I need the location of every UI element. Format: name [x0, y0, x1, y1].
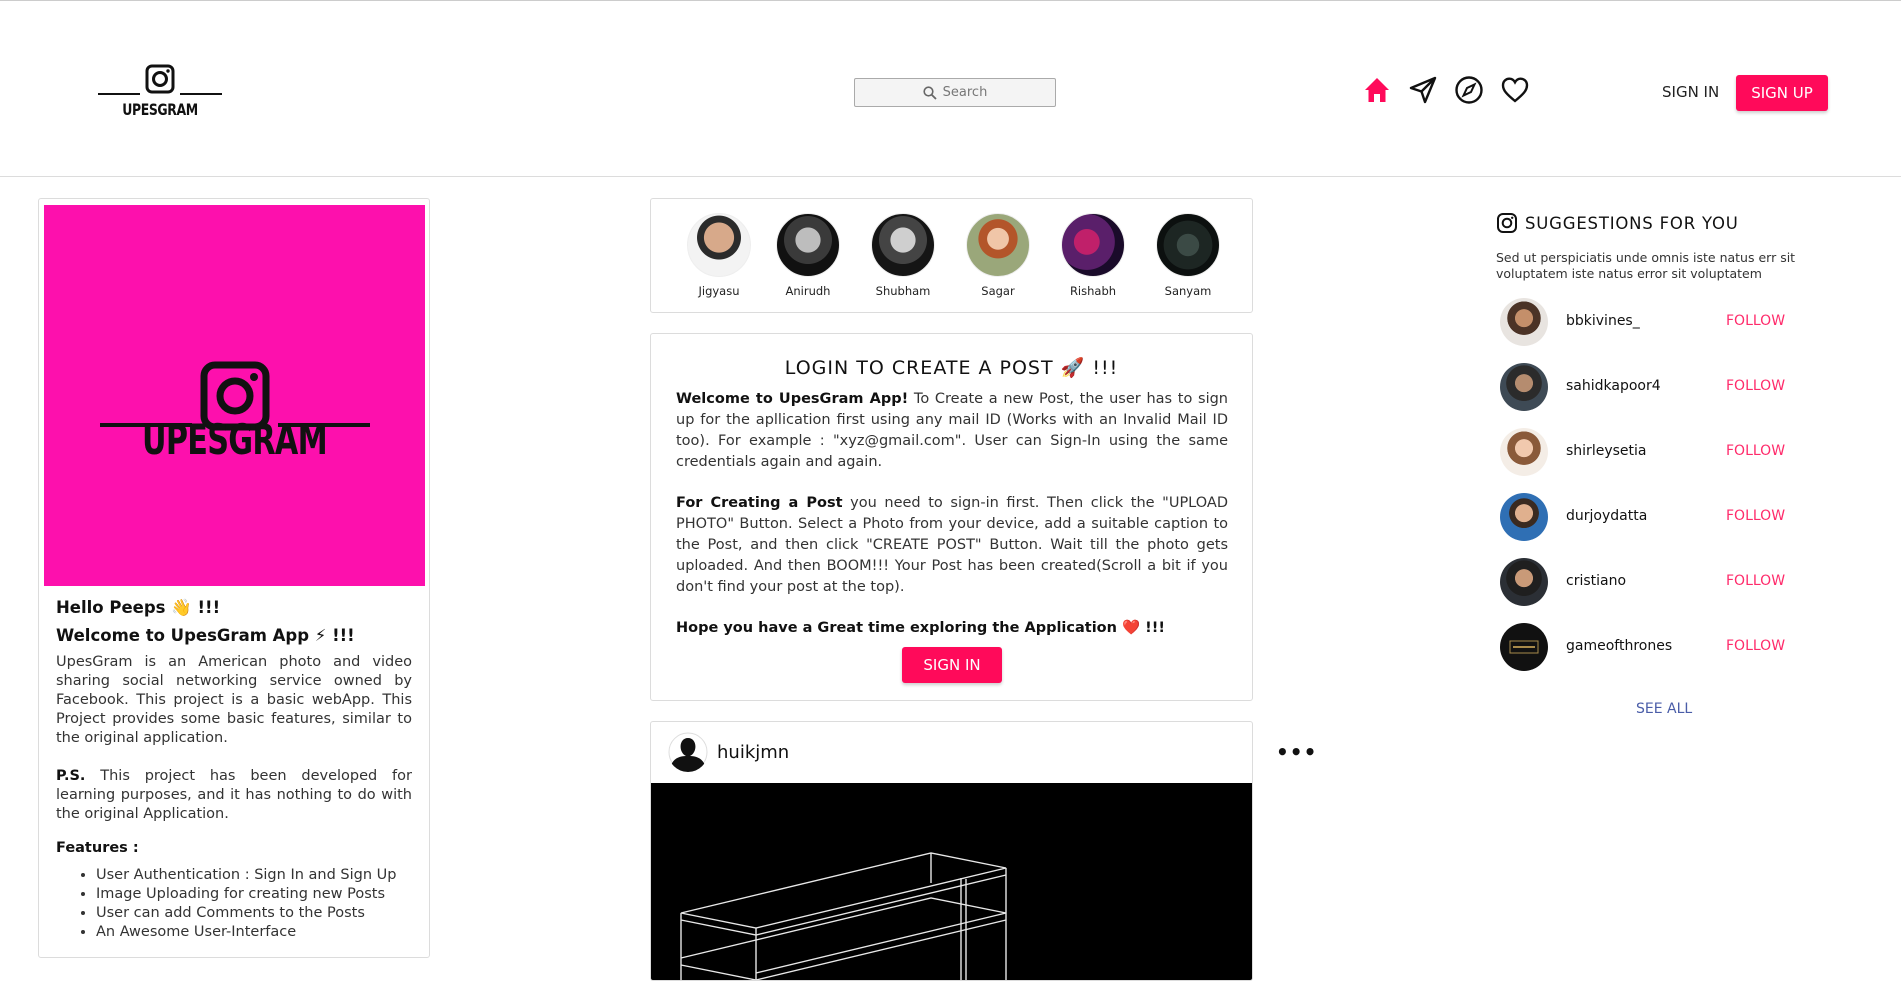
avatar[interactable]: [1500, 428, 1548, 476]
suggestions-description: Sed ut perspiciatis unde omnis iste natu…: [1496, 250, 1796, 281]
follow-button[interactable]: FOLLOW: [1726, 378, 1785, 394]
features-title: Features :: [56, 840, 139, 856]
send-icon[interactable]: [1408, 75, 1438, 105]
nav-icons: [1362, 75, 1530, 105]
suggestion-username[interactable]: bbkivines_: [1566, 313, 1640, 329]
login-to-post-card: LOGIN TO CREATE A POST 🚀 !!! Welcome to …: [650, 333, 1253, 701]
follow-button[interactable]: FOLLOW: [1726, 638, 1785, 654]
about-paragraph: UpesGram is an American photo and video …: [56, 654, 412, 746]
ps-label: P.S.: [56, 768, 86, 784]
feature-item: An Awesome User-Interface: [96, 923, 412, 942]
story-name: Sagar: [981, 284, 1015, 298]
suggestion-row: cristiano FOLLOW: [1500, 558, 1810, 608]
shelf-drawing: [680, 852, 1007, 980]
signin-button[interactable]: SIGN IN: [902, 647, 1002, 683]
signup-button[interactable]: SIGN UP: [1736, 75, 1828, 111]
suggestions-title: SUGGESTIONS FOR YOU: [1496, 212, 1816, 234]
avatar: [871, 213, 935, 277]
post-header: huikjmn: [651, 722, 1252, 783]
story-name: Anirudh: [785, 284, 831, 298]
story-item[interactable]: Sagar: [965, 213, 1031, 298]
instagram-icon: [1497, 213, 1517, 233]
story-name: Sanyam: [1164, 284, 1212, 298]
post-username[interactable]: huikjmn: [717, 742, 789, 763]
login-card-title: LOGIN TO CREATE A POST 🚀 !!!: [784, 357, 1119, 379]
story-name: Shubham: [875, 284, 931, 298]
suggestion-username[interactable]: shirleysetia: [1566, 443, 1646, 459]
avatar: [1061, 213, 1125, 277]
login-paragraph: For Creating a Post you need to sign-in …: [676, 493, 1228, 598]
feature-item: Image Uploading for creating new Posts: [96, 885, 412, 904]
avatar: [687, 213, 751, 277]
welcome-heading: Welcome to UpesGram App ⚡ !!!: [56, 626, 355, 645]
story-item[interactable]: Rishabh: [1060, 213, 1126, 298]
login-paragraph: Welcome to UpesGram App! To Create a new…: [676, 389, 1228, 473]
camera-logo-icon: [98, 64, 222, 95]
about-text: Hello Peeps 👋 !!! Welcome to UpesGram Ap…: [56, 597, 412, 942]
search-placeholder: Search: [942, 85, 988, 100]
avatar[interactable]: [1500, 363, 1548, 411]
suggestion-username[interactable]: durjoydatta: [1566, 508, 1647, 524]
app-header: UPESGRAM Search SIGN IN SIGN UP: [0, 1, 1901, 177]
login-p1-bold: Welcome to UpesGram App!: [676, 391, 909, 407]
stories-bar: Jigyasu Anirudh Shubham Sagar Rishabh Sa…: [650, 198, 1253, 313]
gameofthrones-logo-icon: [1509, 640, 1539, 654]
avatar[interactable]: [1500, 558, 1548, 606]
story-item[interactable]: Shubham: [870, 213, 936, 298]
avatar[interactable]: [668, 732, 708, 772]
suggestion-row: shirleysetia FOLLOW: [1500, 428, 1810, 478]
login-p2-bold: For Creating a Post: [676, 495, 843, 511]
features-list: User Authentication : Sign In and Sign U…: [96, 866, 412, 942]
follow-button[interactable]: FOLLOW: [1726, 313, 1785, 329]
story-item[interactable]: Jigyasu: [686, 213, 752, 298]
signin-link[interactable]: SIGN IN: [1662, 83, 1719, 101]
login-p3-bold: Hope you have a Great time exploring the…: [676, 620, 1165, 636]
about-banner: UPESGRAM: [44, 205, 425, 586]
follow-button[interactable]: FOLLOW: [1726, 573, 1785, 589]
see-all-link[interactable]: SEE ALL: [1636, 701, 1692, 717]
avatar: [1156, 213, 1220, 277]
story-item[interactable]: Sanyam: [1155, 213, 1221, 298]
suggestions-panel: SUGGESTIONS FOR YOU Sed ut perspiciatis …: [1496, 212, 1816, 282]
avatar[interactable]: [1500, 493, 1548, 541]
greeting-heading: Hello Peeps 👋 !!!: [56, 598, 221, 617]
banner-logo-text: UPESGRAM: [141, 415, 328, 464]
story-name: Jigyasu: [698, 284, 740, 298]
avatar: [966, 213, 1030, 277]
suggestion-username[interactable]: cristiano: [1566, 573, 1626, 589]
suggestion-username[interactable]: gameofthrones: [1566, 638, 1672, 654]
heart-icon[interactable]: [1500, 75, 1530, 105]
feature-item: User Authentication : Sign In and Sign U…: [96, 866, 412, 885]
story-name: Rishabh: [1069, 284, 1117, 298]
suggestion-username[interactable]: sahidkapoor4: [1566, 378, 1661, 394]
login-card-body: Welcome to UpesGram App! To Create a new…: [676, 389, 1228, 659]
avatar[interactable]: [1500, 298, 1548, 346]
avatar: [776, 213, 840, 277]
about-card: UPESGRAM Hello Peeps 👋 !!! Welcome to Up…: [38, 198, 430, 958]
post-image: [651, 783, 1252, 980]
ps-paragraph: P.S. This project has been developed for…: [56, 767, 412, 824]
ps-text: This project has been developed for lear…: [56, 768, 412, 822]
suggestion-row: bbkivines_ FOLLOW: [1500, 298, 1810, 348]
logo-text: UPESGRAM: [122, 100, 198, 119]
follow-button[interactable]: FOLLOW: [1726, 508, 1785, 524]
post-card: huikjmn: [650, 721, 1253, 981]
explore-icon[interactable]: [1454, 75, 1484, 105]
login-paragraph: Hope you have a Great time exploring the…: [676, 618, 1228, 639]
follow-button[interactable]: FOLLOW: [1726, 443, 1785, 459]
suggestions-title-text: SUGGESTIONS FOR YOU: [1525, 213, 1739, 233]
suggestion-row: durjoydatta FOLLOW: [1500, 493, 1810, 543]
more-options-icon[interactable]: •••: [1276, 740, 1317, 764]
suggestion-row: sahidkapoor4 FOLLOW: [1500, 363, 1810, 413]
search-icon: [923, 85, 937, 100]
feature-item: User can add Comments to the Posts: [96, 904, 412, 923]
home-icon[interactable]: [1362, 75, 1392, 105]
avatar[interactable]: [1500, 623, 1548, 671]
story-item[interactable]: Anirudh: [775, 213, 841, 298]
logo[interactable]: UPESGRAM: [98, 63, 222, 123]
search-input[interactable]: Search: [854, 78, 1056, 107]
suggestion-row: gameofthrones FOLLOW: [1500, 623, 1810, 673]
